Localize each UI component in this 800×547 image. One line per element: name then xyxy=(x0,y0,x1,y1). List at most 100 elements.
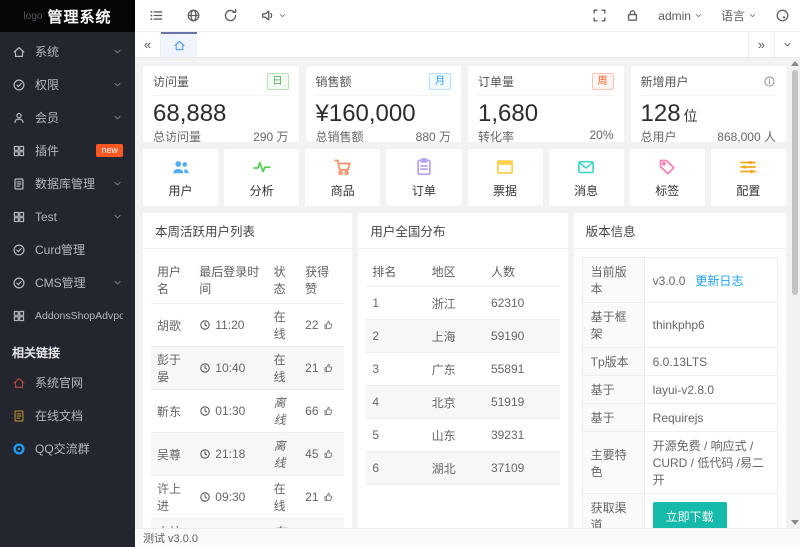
sidebar-item-label: 系统官网 xyxy=(35,374,123,391)
username: admin xyxy=(658,9,691,23)
sidebar-item-label: 会员 xyxy=(35,109,112,126)
quick-nav-config[interactable]: 配置 xyxy=(711,149,786,206)
app-title: 管理系统 xyxy=(47,6,111,27)
chevron-down-icon xyxy=(112,46,123,57)
scroll-down-arrow[interactable] xyxy=(791,520,799,525)
plugin-icon xyxy=(12,144,26,158)
globe-icon[interactable] xyxy=(186,8,201,23)
quick-nav-messages[interactable]: 消息 xyxy=(549,149,624,206)
sidebar-menu: 系统 权限 会员 插件 new 数据库管理 Test xyxy=(0,32,135,465)
thumbs-up-icon[interactable] xyxy=(322,319,334,331)
content-scrollbar[interactable] xyxy=(791,59,799,527)
quick-nav-orders[interactable]: 订单 xyxy=(386,149,461,206)
clock-icon xyxy=(199,405,211,417)
app-logo[interactable]: logo 管理系统 xyxy=(0,0,135,32)
sidebar-item-permission[interactable]: 权限 xyxy=(0,68,135,101)
quick-nav-goods[interactable]: 商品 xyxy=(305,149,380,206)
table-row: 吴尊 21:18 离线 45 xyxy=(151,433,344,476)
quick-nav-tickets[interactable]: 票据 xyxy=(468,149,543,206)
stat-sub-value: 880 万 xyxy=(416,128,451,145)
stat-card-new-users: 新增用户 128位 总用户 868,000 人 xyxy=(631,66,787,142)
stat-sub-label: 总销售额 xyxy=(316,128,364,145)
changelog-link[interactable]: 更新日志 xyxy=(695,274,743,288)
quick-nav-analysis[interactable]: 分析 xyxy=(224,149,299,206)
language-dropdown[interactable]: 语言 xyxy=(721,7,757,24)
docs-icon xyxy=(12,409,26,423)
table-header-row: 用户名 最后登录时间 状态 获得赞 xyxy=(151,257,344,304)
sidebar-item-database[interactable]: 数据库管理 xyxy=(0,167,135,200)
cms-icon xyxy=(12,276,26,290)
sidebar-item-plugin[interactable]: 插件 new xyxy=(0,134,135,167)
addons-icon xyxy=(12,309,26,323)
stat-card-orders: 订单量 周 1,680 转化率 20% xyxy=(468,66,624,142)
user-dropdown[interactable]: admin xyxy=(658,9,703,23)
tabs-empty-area xyxy=(197,32,748,57)
table-row: Tp版本 6.0.13LTS xyxy=(582,348,777,376)
lock-icon[interactable] xyxy=(625,8,640,23)
thumbs-up-icon[interactable] xyxy=(322,491,334,503)
chevron-down-icon xyxy=(112,79,123,90)
quick-nav-tags[interactable]: 标签 xyxy=(630,149,705,206)
refresh-icon[interactable] xyxy=(223,8,238,23)
clock-icon xyxy=(199,491,211,503)
stat-value: 128 xyxy=(641,100,681,127)
sidebar-item-system[interactable]: 系统 xyxy=(0,35,135,68)
table-row: 获取渠道 立即下载 xyxy=(582,494,777,529)
fullscreen-icon[interactable] xyxy=(592,8,607,23)
config-icon xyxy=(738,157,758,177)
users-icon xyxy=(171,157,191,177)
tabs-scroll-left-button[interactable]: « xyxy=(135,32,161,57)
table-header-row: 排名 地区 人数 xyxy=(366,257,559,287)
qq-icon xyxy=(12,442,26,456)
sidebar-link-qq[interactable]: QQ交流群 xyxy=(0,432,135,465)
theme-palette-icon[interactable] xyxy=(775,8,790,23)
stat-value: 1,680 xyxy=(478,100,614,128)
footer: 测试 v3.0.0 xyxy=(135,528,800,547)
period-badge-day: 日 xyxy=(267,73,289,90)
scrollbar-thumb[interactable] xyxy=(792,70,798,295)
quick-nav-users[interactable]: 用户 xyxy=(143,149,218,206)
stat-sub-label: 总访问量 xyxy=(153,128,201,145)
thumbs-up-icon[interactable] xyxy=(322,448,334,460)
table-row: 靳东 01:30 离线 66 xyxy=(151,390,344,433)
thumbs-up-icon[interactable] xyxy=(322,405,334,417)
announcement-icon xyxy=(260,8,275,23)
info-icon[interactable] xyxy=(763,75,776,88)
table-row: 4北京51919 xyxy=(366,386,559,419)
sidebar-link-website[interactable]: 系统官网 xyxy=(0,366,135,399)
sidebar-item-member[interactable]: 会员 xyxy=(0,101,135,134)
scroll-up-arrow[interactable] xyxy=(791,61,799,66)
active-users-table: 用户名 最后登录时间 状态 获得赞 胡歌 11:20 在 xyxy=(151,257,344,528)
cart-icon xyxy=(333,157,353,177)
sidebar-item-label: Test xyxy=(35,210,112,224)
chevron-down-icon xyxy=(694,11,703,20)
sidebar-item-cms[interactable]: CMS管理 xyxy=(0,266,135,299)
sidebar-item-test[interactable]: Test xyxy=(0,200,135,233)
thumbs-up-icon[interactable] xyxy=(322,362,334,374)
tab-home[interactable] xyxy=(161,32,197,57)
footer-version-text: 测试 v3.0.0 xyxy=(143,530,198,546)
logo-image-placeholder: logo xyxy=(24,11,43,22)
download-button[interactable]: 立即下载 xyxy=(653,502,727,529)
header-right-icons: admin 语言 xyxy=(592,7,790,24)
table-row: 胡歌 11:20 在线 22 xyxy=(151,304,344,347)
chevron-down-icon xyxy=(112,211,123,222)
tabs-scroll-right-button[interactable]: » xyxy=(748,32,774,57)
sidebar-link-docs[interactable]: 在线文档 xyxy=(0,399,135,432)
sidebar-item-addons[interactable]: AddonsShopAdvposition xyxy=(0,299,135,332)
version-info-panel: 版本信息 当前版本 v3.0.0更新日志 基于框架 thinkphp6 xyxy=(574,213,786,528)
active-users-panel: 本周活跃用户列表 用户名 最后登录时间 状态 获得赞 xyxy=(143,213,352,528)
announcement-dropdown[interactable] xyxy=(260,8,287,23)
table-row: 当前版本 v3.0.0更新日志 xyxy=(582,258,777,303)
chevron-down-icon xyxy=(112,112,123,123)
sidebar-item-label: 系统 xyxy=(35,43,112,60)
new-badge: new xyxy=(96,144,123,158)
sidebar-item-label: AddonsShopAdvposition xyxy=(35,310,123,322)
table-row: 1浙江62310 xyxy=(366,287,559,320)
sidebar-item-curd[interactable]: Curd管理 xyxy=(0,233,135,266)
table-row: 小蚊子 21:18 在线 45 xyxy=(151,519,344,529)
menu-collapse-icon[interactable] xyxy=(149,8,164,23)
sidebar-item-label: Curd管理 xyxy=(35,241,123,258)
table-row: 基于 Requirejs xyxy=(582,404,777,432)
tabs-menu-button[interactable] xyxy=(774,32,800,57)
